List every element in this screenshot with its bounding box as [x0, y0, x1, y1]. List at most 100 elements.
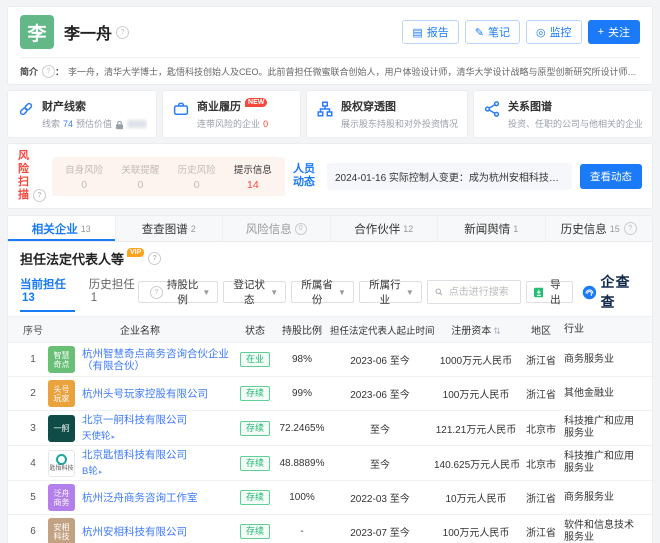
row-index: 6: [20, 523, 46, 540]
risk-stats-box[interactable]: 自身风险 0 关联提醒 0 历史风险 0 提示信息 14: [52, 157, 285, 196]
filter-registration-status[interactable]: 登记状态▼: [223, 281, 286, 303]
industry: 科技推广和应用服务业: [562, 413, 640, 443]
row-index: 1: [20, 351, 46, 368]
col-header-period: 担任法定代表人起止时间: [328, 320, 432, 340]
intro-line: 简介 ? ： 李一舟，清华大学博士，匙悟科技创始人及CEO。此前曾担任微蜜联合创…: [20, 57, 640, 78]
company-name-link[interactable]: 杭州智慧奇点商务咨询合伙企业（有限合伙）: [82, 348, 232, 372]
new-badge: NEW: [245, 98, 267, 107]
filter-industry[interactable]: 所属行业▼: [359, 281, 422, 303]
col-header-status: 状态: [234, 319, 276, 340]
tab-chacha-graph[interactable]: 查查图谱2: [116, 216, 224, 241]
table-row: 4 匙悟科技 北京匙悟科技有限公司 B轮▸ 存续: [8, 446, 652, 481]
chevron-right-icon: ▸: [112, 434, 116, 441]
search-icon: [435, 287, 443, 297]
main-tabs: 相关企业13 查查图谱2 风险信息0 合作伙伴12 新闻舆情1 历史信息15 ?: [8, 216, 652, 242]
status-badge: 存续: [240, 456, 270, 471]
industry: 软件和信息技术服务业: [562, 517, 640, 543]
industry: 商务服务业: [562, 489, 640, 507]
plus-icon: +: [598, 26, 604, 38]
row-index: 4: [20, 455, 46, 472]
company-name-link[interactable]: 杭州头号玩家控股有限公司: [82, 388, 208, 400]
property-clues-card[interactable]: 财产线索 线索 74 预估价值: [7, 90, 157, 138]
company-name-link[interactable]: 北京一舸科技有限公司: [82, 414, 187, 426]
industry: 其他金融业: [562, 385, 640, 403]
monitor-icon: ◎: [536, 26, 546, 39]
info-icon: ?: [150, 286, 163, 299]
table-row: 5 泛舟商务 杭州泛舟商务咨询工作室 ▸ 存续 1: [8, 481, 652, 515]
chevron-down-icon: ▼: [202, 288, 210, 297]
info-icon: ?: [116, 26, 129, 39]
briefcase-icon: [172, 100, 190, 118]
industry: 商务服务业: [562, 351, 640, 369]
intro-text: 李一舟，清华大学博士，匙悟科技创始人及CEO。此前曾担任微蜜联合创始人，用户体验…: [68, 65, 640, 78]
brand: 企查查: [582, 272, 640, 312]
tab-related-companies[interactable]: 相关企业13: [8, 216, 116, 241]
logo-ring-icon: [56, 454, 67, 465]
tab-partners[interactable]: 合作伙伴12: [331, 216, 439, 241]
subtab-current[interactable]: 当前担任13: [20, 276, 75, 312]
company-logo: 一舸: [48, 415, 75, 442]
main-content-card: 相关企业13 查查图谱2 风险信息0 合作伙伴12 新闻舆情1 历史信息15 ?…: [7, 215, 653, 543]
equity-penetration-card[interactable]: 股权穿透图 展示股东持股和对外投资情况: [306, 90, 468, 138]
funding-round-tag[interactable]: 天使轮▸: [82, 428, 187, 442]
col-header-industry: 行业: [562, 321, 640, 339]
business-history-card[interactable]: 商业履历 NEW 连带风险的企业 0: [162, 90, 301, 138]
shareholding-ratio: 100%: [276, 489, 328, 506]
monitor-button[interactable]: ◎ 监控: [526, 20, 582, 44]
info-icon: ?: [33, 189, 46, 202]
tab-risk-info[interactable]: 风险信息0: [223, 216, 331, 241]
card-desc: 线索 74 预估价值: [42, 117, 147, 130]
legal-rep-table: 序号 企业名称 状态 持股比例 担任法定代表人起止时间 注册资本⇅ 地区 行业 …: [8, 316, 652, 543]
card-title: 商业履历 NEW: [197, 98, 268, 114]
export-button[interactable]: 导出: [526, 281, 573, 303]
risk-scan-title: 风险扫描?: [18, 150, 44, 202]
region: 北京市: [520, 418, 562, 439]
report-icon: ▤: [412, 26, 422, 39]
chevron-down-icon: ▼: [338, 288, 346, 297]
filter-toolbar: ? 持股比例▼ 登记状态▼ 所属省份▼ 所属行业▼: [138, 272, 640, 316]
card-desc: 展示股东持股和对外投资情况: [341, 117, 458, 130]
hidden-value-blur: [127, 120, 147, 128]
col-header-ratio: 持股比例: [276, 319, 328, 340]
risk-stat-related: 关联提醒 0: [112, 162, 168, 191]
region: 浙江省: [520, 383, 562, 404]
report-button[interactable]: ▤ 报告: [402, 20, 458, 44]
search-box[interactable]: [427, 280, 521, 304]
row-index: 3: [20, 420, 46, 437]
brand-name: 企查查: [601, 272, 640, 312]
company-name-link[interactable]: 杭州安相科技有限公司: [82, 526, 187, 538]
col-header-capital[interactable]: 注册资本⇅: [432, 319, 520, 340]
note-button[interactable]: ✎ 笔记: [465, 20, 520, 44]
tab-news[interactable]: 新闻舆情1: [438, 216, 546, 241]
col-header-name: 企业名称: [46, 319, 234, 340]
shareholding-ratio: 98%: [276, 351, 328, 368]
region: 北京市: [520, 453, 562, 474]
tenure-period: 2023-07 至今: [328, 521, 432, 542]
status-badge: 存续: [240, 524, 270, 539]
company-name-link[interactable]: 杭州泛舟商务咨询工作室: [82, 492, 198, 504]
region: 浙江省: [520, 487, 562, 508]
tab-history-info[interactable]: 历史信息15 ?: [546, 216, 653, 241]
filter-shareholding[interactable]: ? 持股比例▼: [138, 281, 219, 303]
profile-header-card: 李 李一舟 ? ▤ 报告 ✎ 笔记 ◎ 监控 + 关注: [7, 6, 653, 85]
shareholding-ratio: -: [276, 523, 328, 540]
filter-province[interactable]: 所属省份▼: [291, 281, 354, 303]
link-icon: [17, 100, 35, 118]
relationship-graph-card[interactable]: 关系图谱 投资、任职的公司与他相关的企业: [473, 90, 653, 138]
search-input[interactable]: [447, 286, 513, 299]
card-desc: 投资、任职的公司与他相关的企业: [508, 117, 643, 130]
status-badge: 存续: [240, 490, 270, 505]
subtab-history[interactable]: 历史担任1: [89, 276, 138, 312]
table-row: 2 头号玩家 杭州头号玩家控股有限公司 ▸ 存续: [8, 377, 652, 411]
legal-rep-section: 担任法定代表人等 VIP ? 当前担任13 历史担任1 ? 持股比例▼: [8, 242, 652, 316]
view-dynamics-button[interactable]: 查看动态: [580, 164, 642, 189]
registered-capital: 100万元人民币: [432, 521, 520, 542]
company-logo: 头号玩家: [48, 380, 75, 407]
org-chart-icon: [316, 100, 334, 118]
follow-button[interactable]: + 关注: [588, 20, 640, 44]
table-header-row: 序号 企业名称 状态 持股比例 担任法定代表人起止时间 注册资本⇅ 地区 行业: [8, 316, 652, 343]
funding-round-tag[interactable]: B轮▸: [82, 463, 187, 477]
company-logo: 智慧奇点: [48, 346, 75, 373]
chevron-down-icon: ▼: [406, 288, 414, 297]
company-name-link[interactable]: 北京匙悟科技有限公司: [82, 449, 187, 461]
